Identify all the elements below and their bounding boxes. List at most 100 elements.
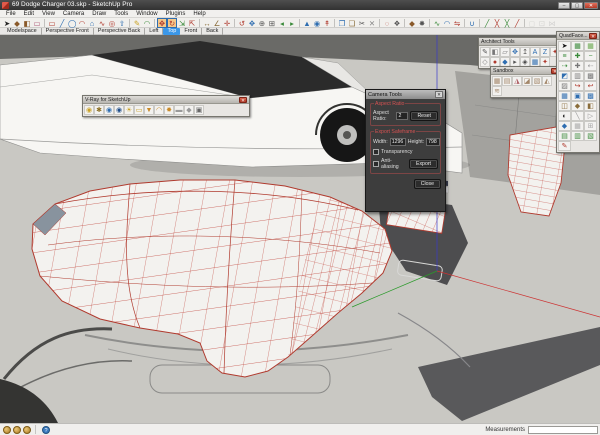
sandbox-titlebar[interactable]: Sandbox ✕: [491, 67, 561, 75]
sandbox-stamp-icon[interactable]: ◪: [522, 76, 532, 86]
move-tool[interactable]: ✥: [157, 18, 167, 28]
sandbox-drape-icon[interactable]: ▧: [532, 76, 542, 86]
minimize-button[interactable]: –: [558, 2, 570, 9]
scale-tool[interactable]: ⇲: [177, 18, 187, 28]
fredo-scale-tool-3[interactable]: ╳: [502, 18, 512, 28]
close-button[interactable]: ✕: [584, 2, 598, 9]
component-browser-tool[interactable]: ◆: [407, 18, 417, 28]
protractor-tool[interactable]: ∠: [212, 18, 222, 28]
vray-material-editor-icon[interactable]: ◉: [104, 105, 114, 115]
vray-sphere-light-icon[interactable]: ◉: [114, 105, 124, 115]
qf-line-tool[interactable]: ╲: [571, 111, 584, 121]
arch-diamond-icon[interactable]: ◇: [480, 57, 490, 67]
qf-mirror-tool[interactable]: ◐: [558, 111, 571, 121]
pan-tool[interactable]: ✥: [247, 18, 257, 28]
close-dialog-button[interactable]: Close: [414, 179, 441, 189]
camera-tools-titlebar[interactable]: Camera Tools ✕: [366, 90, 445, 99]
tab-top[interactable]: Top: [163, 28, 180, 35]
tab-modelspace[interactable]: Modelspace: [3, 28, 42, 35]
transparency-checkbox[interactable]: [373, 149, 379, 155]
tape-measure-tool[interactable]: ↔: [202, 18, 212, 28]
vray-rectangle-light-icon[interactable]: ▭: [134, 105, 144, 115]
menu-edit[interactable]: Edit: [20, 10, 38, 18]
maximize-button[interactable]: ▢: [571, 2, 583, 9]
arc-tool[interactable]: ◠: [77, 18, 87, 28]
arch-draw-icon[interactable]: ✎: [480, 47, 490, 57]
qf-sculpt-tool[interactable]: ◫: [558, 101, 571, 111]
qf-edge-loop-tool[interactable]: ≡: [558, 51, 571, 61]
qf-uv-paste-tool[interactable]: ▩: [584, 91, 597, 101]
menu-help[interactable]: Help: [189, 10, 209, 18]
aspect-ratio-input[interactable]: [396, 112, 408, 120]
qf-flip-edge-tool[interactable]: ↪: [571, 81, 584, 91]
camera-tools-close-icon[interactable]: ✕: [435, 91, 443, 98]
make-component-tool[interactable]: ◆: [12, 18, 22, 28]
vray-omni-light-icon[interactable]: ☀: [124, 105, 134, 115]
menu-draw[interactable]: Draw: [88, 10, 110, 18]
menu-file[interactable]: File: [2, 10, 20, 18]
polygon-tool[interactable]: ⌂: [87, 18, 97, 28]
zoom-window-tool[interactable]: ⊞: [267, 18, 277, 28]
qf-uv-map-tool[interactable]: ▦: [558, 91, 571, 101]
sandbox-add-detail-icon[interactable]: ◭: [542, 76, 552, 86]
push-pull-tool[interactable]: ⇧: [117, 18, 127, 28]
qf-grid-a-tool[interactable]: ▦: [571, 121, 584, 131]
paint-bucket-tool[interactable]: ◧: [22, 18, 32, 28]
look-around-tool[interactable]: ◉: [312, 18, 322, 28]
vray-ies-light-icon[interactable]: ✸: [164, 105, 174, 115]
eraser-tool[interactable]: ▭: [32, 18, 42, 28]
qf-rotate-edge-tool[interactable]: ↩: [584, 81, 597, 91]
qf-uv-copy-tool[interactable]: ▣: [571, 91, 584, 101]
qf-grow-ring-tool[interactable]: ✚: [571, 61, 584, 71]
zoom-tool[interactable]: ⊕: [257, 18, 267, 28]
arch-lift-icon[interactable]: ↥: [520, 47, 530, 57]
arch-ortho-icon[interactable]: ◧: [490, 47, 500, 57]
offset-tool[interactable]: ◎: [107, 18, 117, 28]
qf-mesh-b-tool[interactable]: ▥: [571, 131, 584, 141]
vray-proxy-icon[interactable]: ◆: [184, 105, 194, 115]
render-region-tool[interactable]: ◻: [527, 18, 537, 28]
vray-dome-light-icon[interactable]: ◠: [154, 105, 164, 115]
reset-button[interactable]: Reset: [410, 111, 438, 121]
copy-tool[interactable]: ❐: [337, 18, 347, 28]
bezier-pencil-tool[interactable]: ✎: [132, 18, 142, 28]
rotate-tool[interactable]: ↻: [167, 18, 177, 28]
smooth-tool[interactable]: ∿: [432, 18, 442, 28]
orbit-tool[interactable]: ↺: [237, 18, 247, 28]
tab-front[interactable]: Front: [180, 28, 202, 35]
vray-close-icon[interactable]: ✕: [239, 97, 247, 103]
axes-tool[interactable]: ✛: [222, 18, 232, 28]
vray-frame-buffer-icon[interactable]: ▣: [194, 105, 204, 115]
select-tool[interactable]: ➤: [2, 18, 12, 28]
arch-letter-z-icon[interactable]: Z: [540, 47, 550, 57]
height-input[interactable]: [426, 138, 440, 146]
qf-grid-b-tool[interactable]: ⊞: [584, 121, 597, 131]
qf-split-tool[interactable]: ▥: [571, 71, 584, 81]
qf-deform-tool[interactable]: ◆: [571, 101, 584, 111]
menu-window[interactable]: Window: [132, 10, 161, 18]
next-view-tool[interactable]: ▸: [287, 18, 297, 28]
soften-edges-tool[interactable]: ◠: [442, 18, 452, 28]
sandbox-from-contours-icon[interactable]: ▦: [492, 76, 502, 86]
qf-grow-loop-tool[interactable]: ⇢: [558, 61, 571, 71]
qf-remove-loop-tool[interactable]: −: [584, 51, 597, 61]
vray-options-icon[interactable]: ✱: [94, 105, 104, 115]
menu-tools[interactable]: Tools: [110, 10, 132, 18]
tab-perspective-back[interactable]: Perspective Back: [94, 28, 146, 35]
qf-mesh-a-tool[interactable]: ▤: [558, 131, 571, 141]
line-tool[interactable]: ╱: [57, 18, 67, 28]
quadface-close-icon[interactable]: ✕: [589, 33, 597, 39]
sandbox-flip-edge-icon[interactable]: ≋: [492, 86, 502, 96]
qf-quadify-tool[interactable]: ▦: [571, 41, 584, 51]
status-coin-icon-1[interactable]: [3, 426, 11, 434]
safe-frame-tool[interactable]: ⊡: [537, 18, 547, 28]
menu-view[interactable]: View: [38, 10, 59, 18]
help-icon[interactable]: ?: [42, 426, 50, 434]
fit-view-tool[interactable]: ⋈: [547, 18, 557, 28]
status-coin-icon-3[interactable]: [23, 426, 31, 434]
tab-perspective-front[interactable]: Perspective Front: [42, 28, 94, 35]
arch-move-icon[interactable]: ✥: [510, 47, 520, 57]
paste-tool[interactable]: ❏: [347, 18, 357, 28]
tab-left[interactable]: Left: [145, 28, 163, 35]
fredo-scale-tool-2[interactable]: ╳: [492, 18, 502, 28]
